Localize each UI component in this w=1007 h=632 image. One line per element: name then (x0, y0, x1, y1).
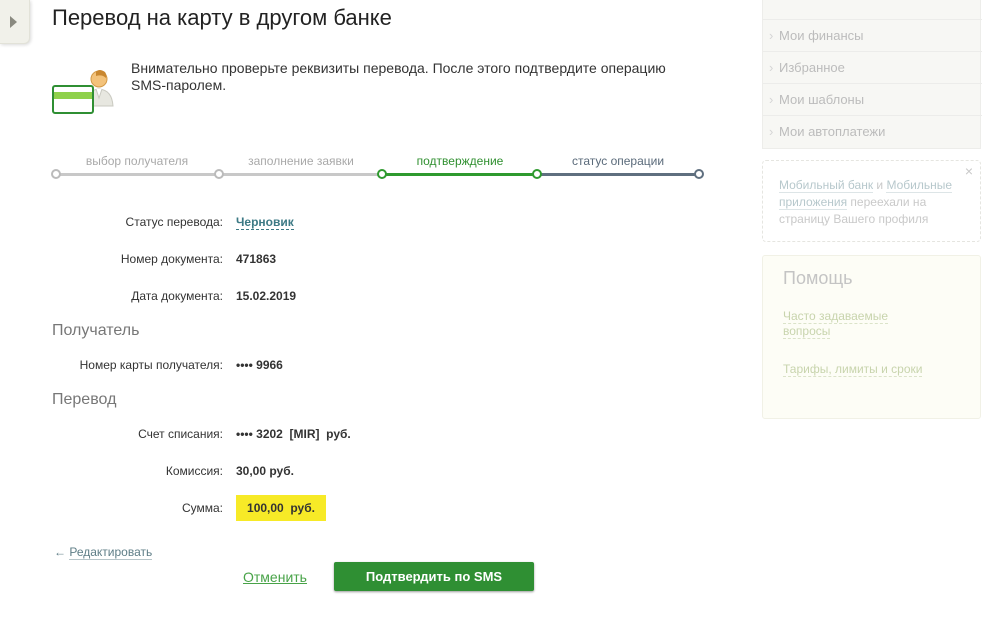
sidebar-item-autopayments[interactable]: Мои автоплатежи (763, 115, 982, 148)
fee-value: 30,00 руб. (236, 464, 294, 478)
debit-account-label: Счет списания: (138, 427, 223, 441)
intro-text: Внимательно проверьте реквизиты перевода… (131, 60, 666, 93)
status-label: Статус перевода: (125, 215, 223, 229)
tariffs-link[interactable]: Тарифы, лимиты и сроки (783, 362, 923, 377)
step-confirmation: подтверждение (416, 154, 504, 168)
step-dot (694, 169, 704, 179)
mobile-bank-link[interactable]: Мобильный банк (779, 178, 874, 193)
card-number-value: •••• 9966 (236, 358, 283, 372)
edit-link-label: Редактировать (69, 545, 153, 560)
sidebar-item-my-finances[interactable]: Мои финансы (763, 19, 982, 52)
step-select-recipient: выбор получателя (85, 154, 189, 168)
debit-account-value: •••• 3202 [MIR] руб. (236, 427, 351, 441)
cancel-link[interactable]: Отменить (243, 569, 307, 585)
step-fill-form: заполнение заявки (248, 154, 354, 168)
doc-date-value: 15.02.2019 (236, 289, 297, 303)
step-dot (214, 169, 224, 179)
transfer-section-title: Перевод (52, 391, 117, 408)
faq-link[interactable]: Часто задаваемые вопросы (783, 309, 923, 339)
progress-stepper: выбор получателя заполнение заявки подтв… (51, 154, 706, 184)
sidebar-menu: Мои финансы Избранное Мои шаблоны Мои ав… (762, 0, 982, 149)
notice-box: × Мобильный банк и Мобильные приложения … (762, 160, 981, 242)
card-transfer-icon (52, 70, 114, 114)
doc-number-value: 471863 (236, 252, 277, 266)
confirm-sms-button[interactable]: Подтвердить по SMS (334, 562, 534, 591)
sidebar-item-favorites[interactable]: Избранное (763, 51, 982, 84)
doc-date-label: Дата документа: (131, 289, 223, 303)
doc-number-label: Номер документа: (120, 252, 223, 266)
edit-link[interactable]: ← Редактировать (54, 545, 153, 560)
status-value-link[interactable]: Черновик (236, 215, 294, 230)
amount-label: Сумма: (181, 501, 223, 515)
tariffs-link-label: Тарифы, лимиты и сроки (783, 362, 923, 377)
notice-and: и (873, 178, 887, 192)
sidebar-item-templates[interactable]: Мои шаблоны (763, 83, 982, 116)
sidebar-toggle-tab[interactable] (0, 0, 30, 44)
step-dot (377, 169, 387, 179)
arrow-left-icon: ← (54, 545, 66, 559)
chevron-right-icon (10, 15, 17, 28)
card-number-label: Номер карты получателя: (79, 358, 223, 372)
page-title: Перевод на карту в другом банке (52, 5, 392, 30)
fee-label: Комиссия: (165, 464, 223, 478)
recipient-section-title: Получатель (52, 322, 140, 339)
amount-value: 100,00 руб. (236, 495, 326, 521)
help-box: Помощь Часто задаваемые вопросы Тарифы, … (762, 255, 981, 419)
step-operation-status: статус операции (571, 154, 665, 168)
help-title: Помощь (783, 268, 853, 288)
notice-text: Мобильный банк и Мобильные приложения пе… (779, 177, 969, 228)
step-line-active (382, 173, 537, 176)
step-dot (51, 169, 61, 179)
step-dot (532, 169, 542, 179)
faq-link-label: Часто задаваемые вопросы (783, 309, 889, 339)
step-line-next (537, 173, 700, 176)
